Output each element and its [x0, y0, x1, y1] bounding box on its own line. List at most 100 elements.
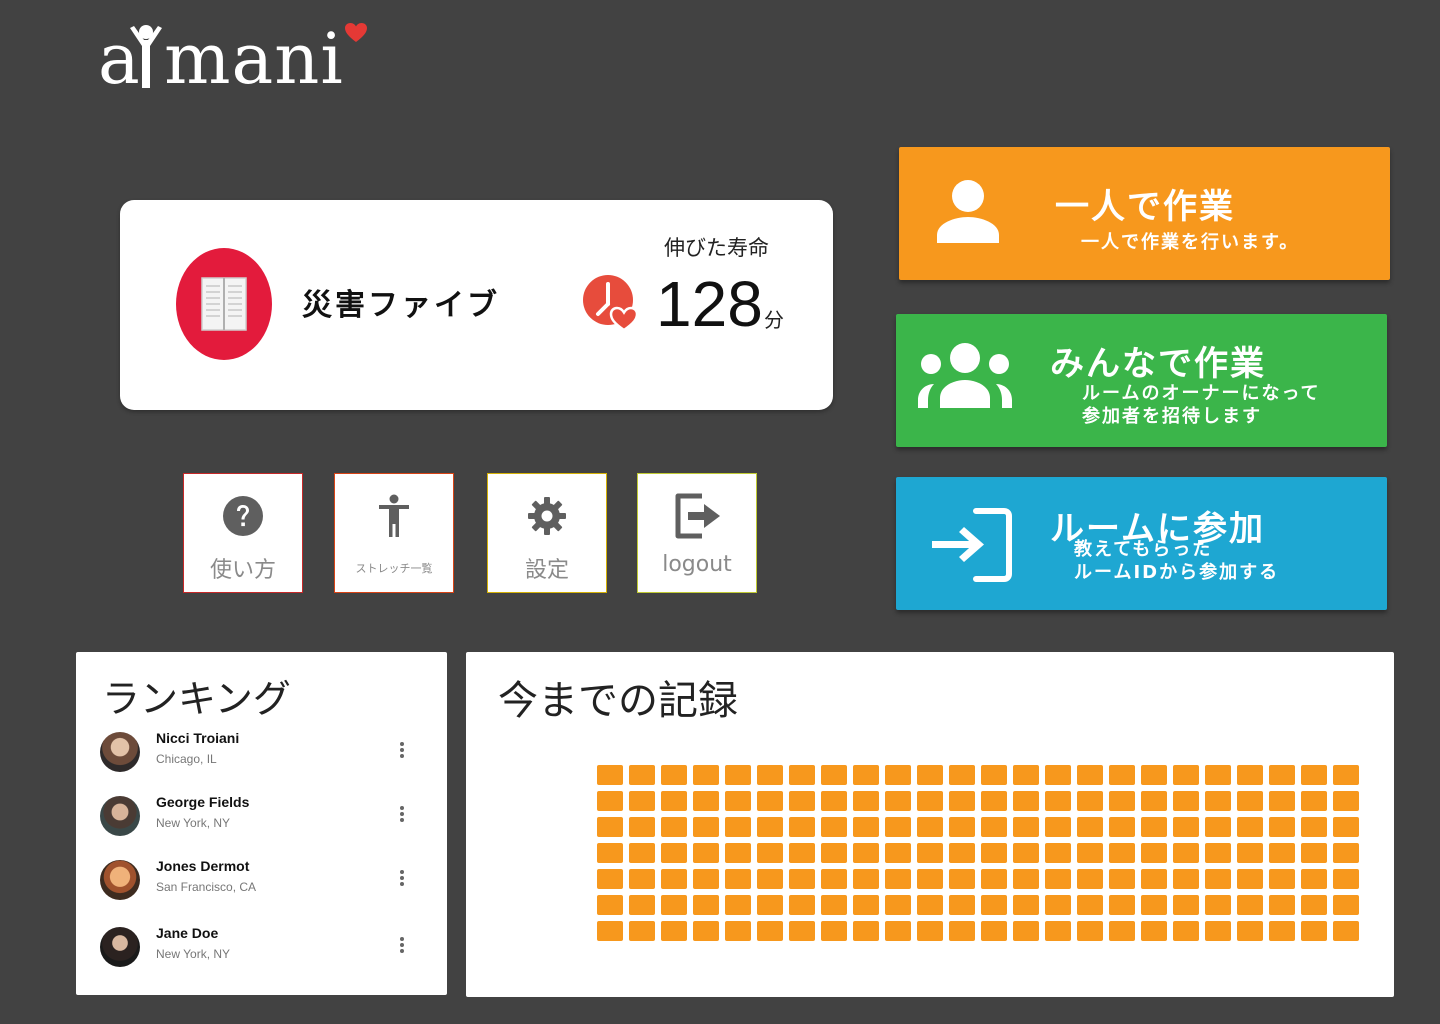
record-cell: [1237, 921, 1263, 941]
record-cell: [853, 895, 879, 915]
record-cell: [789, 843, 815, 863]
record-cell: [1269, 765, 1295, 785]
ranking-name: Nicci Troiani: [156, 730, 240, 746]
record-cell: [661, 765, 687, 785]
record-cell: [1301, 817, 1327, 837]
more-vert-icon[interactable]: [396, 802, 408, 826]
record-cell: [1173, 817, 1199, 837]
record-cell: [757, 791, 783, 811]
record-cell: [917, 791, 943, 811]
record-cell: [821, 765, 847, 785]
record-cell: [885, 817, 911, 837]
record-cell: [725, 791, 751, 811]
record-cell: [1333, 765, 1359, 785]
record-cell: [1205, 791, 1231, 811]
join-room-desc-line2: ルームIDから参加する: [1074, 562, 1280, 583]
record-cell: [693, 869, 719, 889]
record-cell: [1333, 817, 1359, 837]
record-cell: [1141, 817, 1167, 837]
record-cell: [821, 817, 847, 837]
record-cell: [629, 869, 655, 889]
record-cell: [885, 791, 911, 811]
ranking-name: George Fields: [156, 794, 250, 810]
record-cell: [725, 869, 751, 889]
person-icon: [937, 180, 999, 243]
howto-label: 使い方: [209, 558, 276, 583]
record-cell: [629, 895, 655, 915]
record-cell: [1077, 765, 1103, 785]
record-cell: [949, 869, 975, 889]
record-cell: [693, 765, 719, 785]
logo-figure-icon: [130, 25, 162, 88]
logout-label: logout: [662, 552, 732, 577]
record-cell: [1237, 791, 1263, 811]
record-cell: [853, 921, 879, 941]
record-cell: [789, 921, 815, 941]
ranking-row[interactable]: Jane Doe New York, NY: [98, 923, 418, 971]
login-icon: [932, 508, 1012, 582]
record-cell: [981, 791, 1007, 811]
record-cell: [693, 791, 719, 811]
stretch-list-button[interactable]: ストレッチ一覧: [334, 473, 454, 593]
team-avatar: [176, 248, 272, 360]
group-work-card[interactable]: みんなで作業 ルームのオーナーになって 参加者を招待します: [896, 314, 1387, 447]
record-cell: [693, 921, 719, 941]
logout-button[interactable]: logout: [637, 473, 757, 593]
record-cell: [981, 869, 1007, 889]
record-cell: [629, 765, 655, 785]
record-cell: [1077, 843, 1103, 863]
solo-work-title: 一人で作業: [1055, 187, 1235, 227]
join-room-desc-line1: 教えてもらった: [1074, 539, 1213, 560]
record-cell: [1013, 921, 1039, 941]
howto-button[interactable]: 使い方: [183, 473, 303, 593]
record-cell: [1109, 921, 1135, 941]
record-cell: [949, 765, 975, 785]
logout-icon: [675, 493, 720, 539]
record-cell: [597, 791, 623, 811]
record-cell: [885, 765, 911, 785]
record-cell: [789, 869, 815, 889]
ranking-row[interactable]: George Fields New York, NY: [98, 792, 418, 840]
join-room-card[interactable]: ルームに参加 教えてもらった ルームIDから参加する: [896, 477, 1387, 610]
record-cell: [693, 843, 719, 863]
record-cell: [661, 843, 687, 863]
more-vert-icon[interactable]: [396, 933, 408, 957]
more-vert-icon[interactable]: [396, 738, 408, 762]
ranking-row[interactable]: Nicci Troiani Chicago, IL: [98, 728, 418, 776]
record-cell: [1013, 791, 1039, 811]
record-cell: [1013, 895, 1039, 915]
more-vert-icon[interactable]: [396, 866, 408, 890]
record-cell: [853, 817, 879, 837]
record-cell: [661, 895, 687, 915]
help-icon: [223, 496, 263, 536]
record-cell: [1205, 921, 1231, 941]
solo-work-card[interactable]: 一人で作業 一人で作業を行います。: [899, 147, 1390, 280]
record-cell: [1269, 817, 1295, 837]
record-cell: [1045, 791, 1071, 811]
life-label: 伸びた寿命: [664, 236, 769, 260]
record-cell: [725, 895, 751, 915]
record-cell: [917, 765, 943, 785]
record-cell: [1237, 817, 1263, 837]
app-logo[interactable]: aımani: [98, 22, 378, 96]
record-cell: [885, 869, 911, 889]
ranking-row[interactable]: Jones Dermot San Francisco, CA: [98, 856, 418, 904]
record-cell: [1301, 921, 1327, 941]
settings-button[interactable]: 設定: [487, 473, 607, 593]
record-cell: [917, 869, 943, 889]
record-cell: [1109, 817, 1135, 837]
record-cell: [1141, 921, 1167, 941]
record-cell: [1333, 843, 1359, 863]
record-cell: [1109, 869, 1135, 889]
record-cell: [1269, 869, 1295, 889]
record-cell: [821, 791, 847, 811]
ranking-location: New York, NY: [156, 816, 231, 830]
record-cell: [1109, 791, 1135, 811]
record-cell: [853, 843, 879, 863]
record-cell: [853, 765, 879, 785]
record-cell: [1077, 895, 1103, 915]
group-work-desc-line1: ルームのオーナーになって: [1082, 383, 1321, 404]
stretch-list-label: ストレッチ一覧: [355, 562, 433, 575]
record-cell: [1205, 817, 1231, 837]
record-cell: [1173, 791, 1199, 811]
